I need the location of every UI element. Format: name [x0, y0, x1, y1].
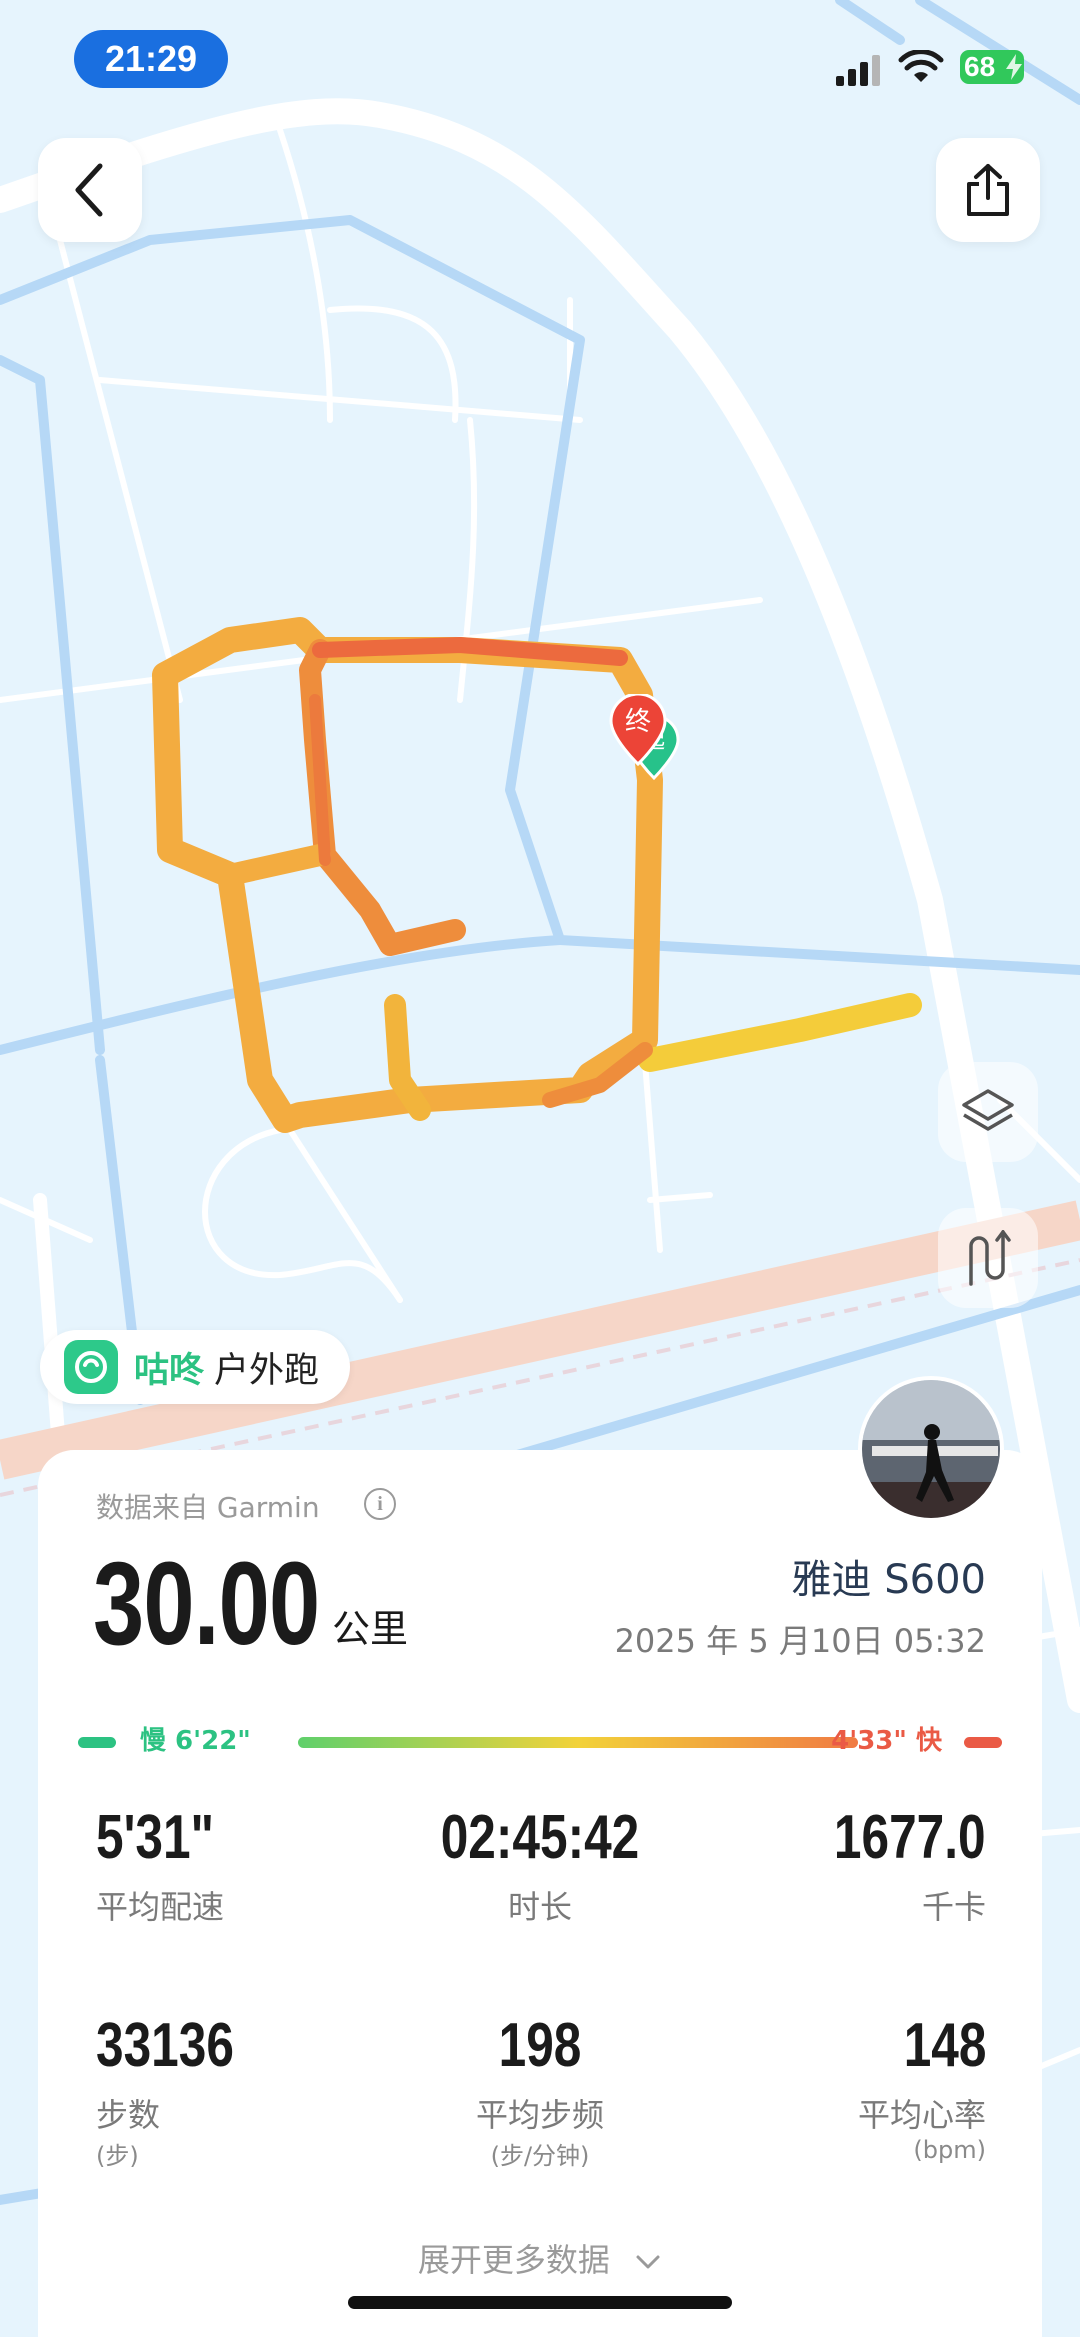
chevron-left-icon: [75, 163, 103, 217]
home-indicator: [348, 2296, 732, 2309]
expand-more-label: 展开更多数据: [417, 2241, 610, 2279]
back-button[interactable]: [38, 138, 142, 242]
charging-bolt-icon: [1006, 54, 1022, 80]
shoe-name[interactable]: 雅迪 S600: [792, 1547, 986, 1605]
cadence-unit: (步/分钟): [490, 2142, 590, 2170]
duration-label: 时长: [507, 1888, 572, 1926]
status-time: 21:29: [74, 30, 228, 88]
codoon-logo-icon: [64, 1340, 118, 1394]
end-marker: 终: [608, 692, 668, 770]
route-mode-button[interactable]: [938, 1208, 1038, 1308]
distance-unit: 公里: [332, 1607, 409, 1651]
pace-fast-label: 4'33" 快: [831, 1726, 942, 1756]
brand-name: 咕咚: [134, 1350, 205, 1391]
calories-value: 1677.0: [834, 1803, 986, 1872]
end-marker-label: 终: [625, 707, 651, 737]
layers-icon: [962, 1089, 1014, 1131]
chevron-down-icon: [636, 2255, 660, 2269]
info-icon[interactable]: i: [364, 1488, 396, 1520]
activity-summary-card: 数据来自 Garmin i 30.00 公里 雅迪 S600 2025 年 5 …: [38, 1450, 1042, 2337]
cadence-value: 198: [498, 2011, 582, 2080]
layers-button[interactable]: [938, 1062, 1038, 1162]
activity-type: 户外跑: [214, 1350, 320, 1391]
route-icon: [969, 1230, 1011, 1286]
activity-datetime: 2025 年 5 月10日 05:32: [614, 1622, 986, 1660]
calories-label: 千卡: [921, 1888, 986, 1926]
app-brand-badge: 咕咚 户外跑: [40, 1330, 350, 1404]
user-avatar[interactable]: [858, 1376, 1004, 1522]
data-source: 数据来自 Garmin: [96, 1491, 320, 1524]
distance-value: 30.00: [93, 1538, 320, 1670]
heart-rate-label: 平均心率: [857, 2096, 986, 2134]
cellular-signal-icon: [836, 55, 880, 86]
heart-rate-value: 148: [903, 2011, 986, 2080]
heart-rate-unit: (bpm): [913, 2136, 986, 2164]
battery-level: 68: [964, 51, 996, 82]
share-icon: [967, 164, 1009, 216]
pace-slow-label: 慢 6'22": [140, 1726, 251, 1756]
wifi-icon: [898, 50, 944, 82]
duration-value: 02:45:42: [440, 1803, 640, 1872]
expand-more-button[interactable]: 展开更多数据: [38, 2235, 1042, 2281]
share-button[interactable]: [936, 138, 1040, 242]
